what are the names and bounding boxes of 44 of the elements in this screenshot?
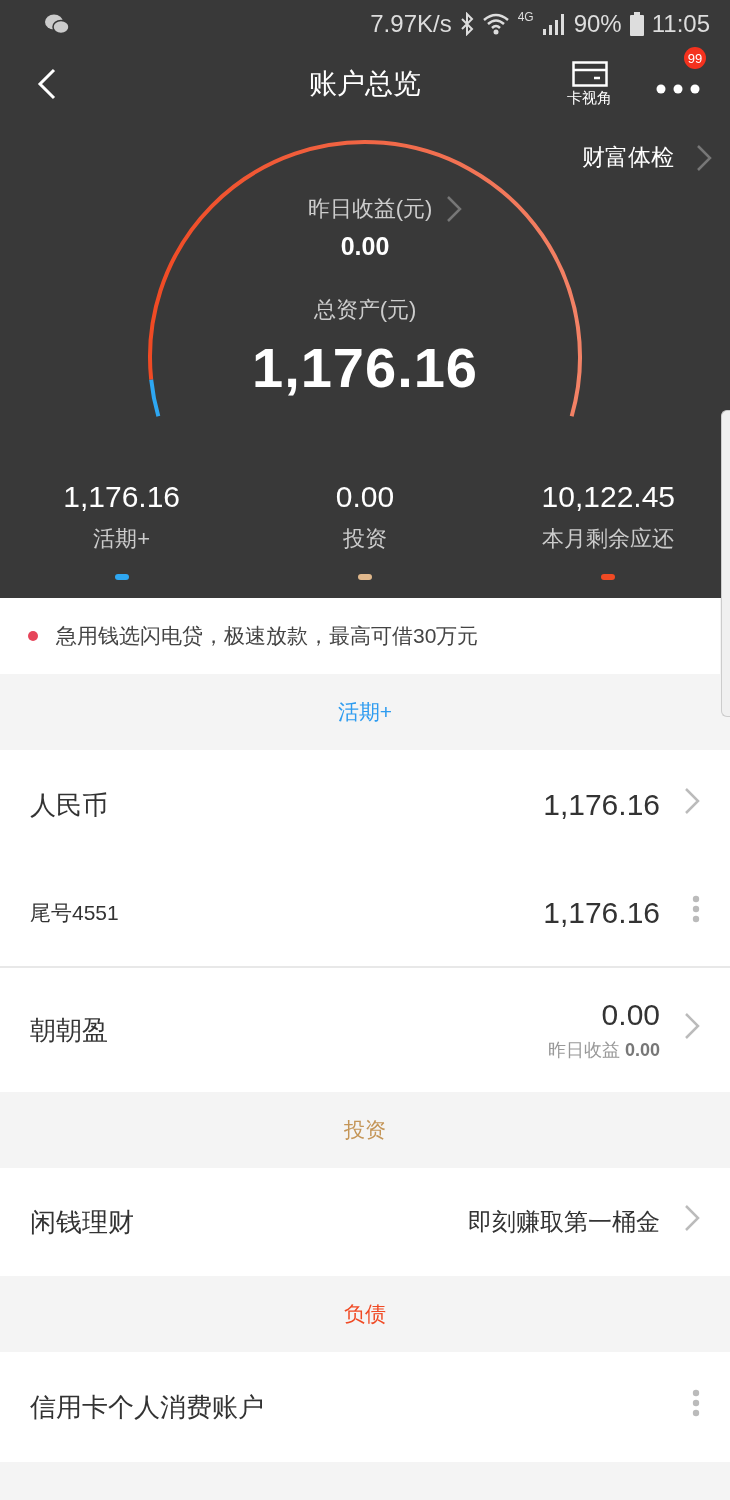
page-title: 账户总览 [309, 68, 421, 99]
total-label: 总资产(元) [313, 296, 417, 324]
clock: 11:05 [651, 10, 710, 38]
notice-dot-icon [28, 631, 38, 641]
promo-text: 即刻赚取第一桶金 [468, 1207, 660, 1237]
account-name: 尾号4551 [30, 900, 119, 926]
signal-icon [541, 13, 566, 35]
account-name: 信用卡个人消费账户 [30, 1390, 264, 1424]
total-assets: 1,176.16 [252, 335, 478, 400]
battery-percent: 90% [573, 10, 622, 38]
chevron-icon [684, 1012, 700, 1040]
summary-value: 0.00 [335, 480, 395, 514]
section-title: 投资 [344, 1117, 386, 1143]
card-view-button[interactable]: 卡视角 [567, 60, 612, 108]
chevron-icon [684, 1204, 700, 1232]
summary-label: 活期+ [93, 525, 151, 553]
chat-icon [44, 13, 70, 35]
notice-text: 急用钱选闪电贷，极速放款，最高可借30万元 [56, 623, 479, 649]
notice-bar[interactable]: 急用钱选闪电贷，极速放款，最高可借30万元 [0, 598, 720, 674]
summary-label: 本月剩余应还 [542, 525, 675, 553]
account-name: 朝朝盈 [30, 1013, 108, 1047]
yesterday-label: 昨日收益(元) [307, 195, 433, 223]
section-title: 负债 [344, 1301, 386, 1327]
wifi-icon [481, 12, 510, 36]
network-speed: 7.97K/s [370, 10, 452, 38]
summary-value: 10,122.45 [541, 480, 676, 514]
yesterday-value: 0.00 [340, 232, 390, 261]
yield-note: 昨日收益 0.00 [547, 1039, 660, 1062]
battery-icon [629, 12, 644, 36]
summary-label: 投资 [343, 525, 387, 553]
amount: 0.00 [601, 998, 660, 1032]
account-name: 人民币 [30, 788, 108, 822]
account-name: 闲钱理财 [30, 1205, 134, 1239]
section-title: 活期+ [337, 699, 393, 725]
bluetooth-icon [459, 12, 474, 36]
chevron-icon [684, 787, 700, 815]
wealth-check-link[interactable]: 财富体检 [582, 142, 712, 173]
amount: 1,176.16 [543, 788, 660, 822]
network-type: 4G [517, 10, 534, 24]
chevron-icon [696, 143, 712, 172]
amount: 1,176.16 [543, 896, 660, 930]
chevron-icon [446, 195, 463, 223]
notification-badge: 99 [684, 47, 706, 69]
summary-value: 1,176.16 [63, 480, 181, 514]
